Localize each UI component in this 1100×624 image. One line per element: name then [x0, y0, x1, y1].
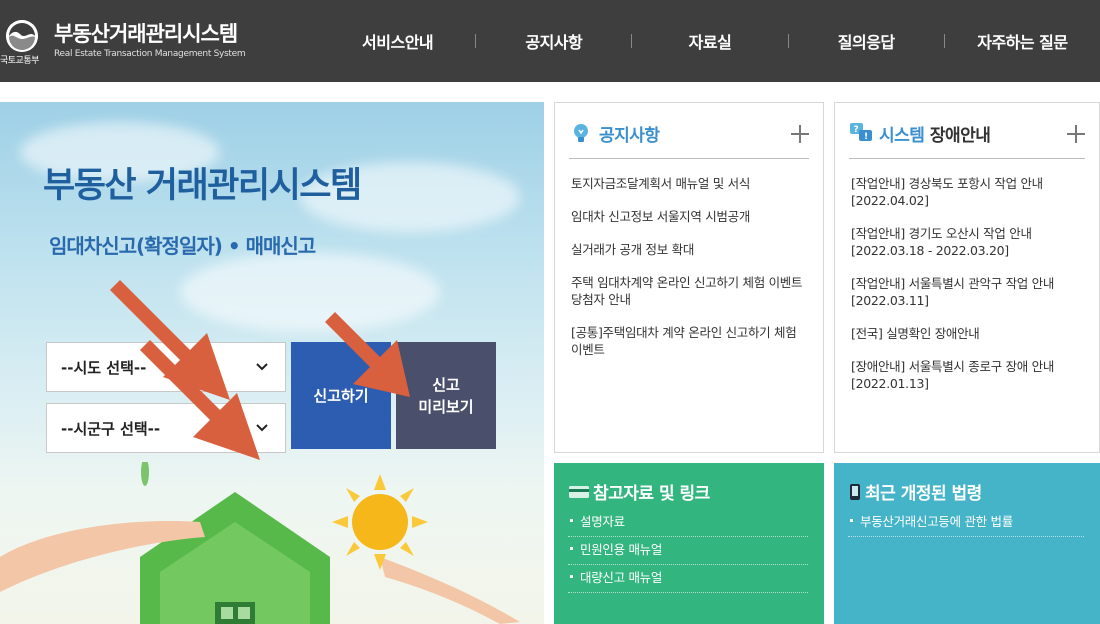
government-emblem-icon: [6, 20, 38, 52]
notice-item[interactable]: 주택 임대차계약 온라인 신고하기 체험 이벤트 당첨자 안내: [571, 274, 809, 308]
cloud-decoration: [180, 252, 440, 332]
law-link-item[interactable]: 부동산거래신고등에 관한 법률: [848, 509, 1084, 537]
sigungu-select[interactable]: --시군구 선택--: [46, 403, 286, 453]
outage-item[interactable]: [작업안내] 경기도 오산시 작업 안내 [2022.03.18 - 2022.…: [851, 225, 1085, 259]
notice-panel-header: 공지사항: [569, 119, 809, 159]
outage-panel-header: ? ! 시스템 장애안내: [849, 119, 1085, 159]
top-header: 국토교통부 부동산거래관리시스템 Real Estate Transaction…: [0, 0, 1100, 82]
preview-button-line1: 신고: [432, 375, 460, 394]
svg-text:!: !: [864, 132, 868, 142]
outage-title-blue: 시스템: [879, 126, 925, 146]
notice-more-plus-icon[interactable]: [791, 125, 809, 143]
preview-button[interactable]: 신고미리보기: [396, 342, 496, 449]
notice-panel: 공지사항 토지자금조달계획서 매뉴얼 및 서식 임대차 신고정보 서울지역 시범…: [554, 102, 824, 453]
site-title: 부동산거래관리시스템: [54, 22, 238, 46]
outage-list: [작업안내] 경상북도 포항시 작업 안내 [2022.04.02] [작업안내…: [851, 175, 1085, 408]
sido-select[interactable]: --시도 선택--: [46, 342, 286, 392]
notice-item[interactable]: 실거래가 공개 정보 확대: [571, 241, 809, 258]
nav-notice[interactable]: 공지사항: [476, 29, 631, 53]
sido-select-value: --시도 선택--: [61, 358, 147, 377]
outage-panel-title: 시스템 장애안내: [879, 121, 991, 146]
lightbulb-icon: [574, 124, 588, 142]
sigungu-select-value: --시군구 선택--: [61, 419, 161, 438]
notice-list: 토지자금조달계획서 매뉴얼 및 서식 임대차 신고정보 서울지역 시범공개 실거…: [571, 175, 809, 374]
nav-library[interactable]: 자료실: [632, 29, 787, 53]
notice-item[interactable]: [공통]주택임대차 계약 온라인 신고하기 체험 이벤트: [571, 324, 809, 358]
reference-links-title-text: 참고자료 및 링크: [593, 484, 710, 504]
notice-item[interactable]: 임대차 신고정보 서울지역 시범공개: [571, 208, 809, 225]
main-nav: 서비스안내 공지사항 자료실 질의응답 자주하는 질문: [320, 0, 1100, 82]
house-illustration: [0, 462, 520, 624]
nav-faq[interactable]: 자주하는 질문: [945, 29, 1100, 53]
system-outage-panel: ? ! 시스템 장애안내 [작업안내] 경상북도 포항시 작업 안내 [2022…: [834, 102, 1100, 453]
help-chat-icon: ? !: [850, 123, 872, 142]
reference-links-list: 설명자료 민원인용 매뉴얼 대량신고 매뉴얼: [568, 509, 808, 593]
outage-item[interactable]: [전국] 실명확인 장애안내: [851, 325, 1085, 342]
preview-button-line2: 미리보기: [418, 397, 474, 416]
reference-links-title: 참고자료 및 링크: [568, 479, 710, 504]
card-icon: [569, 485, 589, 498]
chevron-down-icon: [256, 363, 268, 371]
svg-text:?: ?: [854, 125, 859, 135]
outage-more-plus-icon[interactable]: [1067, 125, 1085, 143]
ministry-name: 국토교통부: [0, 56, 39, 66]
outage-item[interactable]: [장애안내] 서울특별시 종로구 장애 안내 [2022.01.13]: [851, 358, 1085, 392]
recent-laws-title-text: 최근 개정된 법령: [865, 484, 982, 504]
outage-item[interactable]: [작업안내] 경상북도 포항시 작업 안내 [2022.04.02]: [851, 175, 1085, 209]
hero-banner: 부동산 거래관리시스템 임대차신고(확정일자) • 매매신고 --시도 선택--…: [0, 102, 544, 624]
nav-service-guide[interactable]: 서비스안내: [320, 29, 475, 53]
recent-laws-title: 최근 개정된 법령: [848, 479, 982, 504]
recent-laws-box: 최근 개정된 법령 부동산거래신고등에 관한 법률: [834, 463, 1100, 624]
reference-links-box: 참고자료 및 링크 설명자료 민원인용 매뉴얼 대량신고 매뉴얼: [554, 463, 824, 624]
outage-item[interactable]: [작업안내] 서울특별시 관악구 작업 안내 [2022.03.11]: [851, 275, 1085, 309]
site-logo[interactable]: 국토교통부 부동산거래관리시스템 Real Estate Transaction…: [0, 12, 250, 72]
phone-icon: [850, 483, 860, 500]
report-button[interactable]: 신고하기: [291, 342, 391, 449]
notice-panel-title: 공지사항: [599, 126, 660, 146]
reference-link-item[interactable]: 설명자료: [568, 509, 808, 537]
outage-title-dark: 장애안내: [929, 126, 991, 146]
recent-laws-list: 부동산거래신고등에 관한 법률: [848, 509, 1084, 537]
hero-title: 부동산 거래관리시스템: [43, 166, 362, 206]
hero-subtitle: 임대차신고(확정일자) • 매매신고: [49, 234, 316, 258]
nav-qna[interactable]: 질의응답: [789, 29, 944, 53]
reference-link-item[interactable]: 대량신고 매뉴얼: [568, 565, 808, 593]
notice-item[interactable]: 토지자금조달계획서 매뉴얼 및 서식: [571, 175, 809, 192]
site-subtitle: Real Estate Transaction Management Syste…: [54, 49, 246, 59]
reference-link-item[interactable]: 민원인용 매뉴얼: [568, 537, 808, 565]
chevron-down-icon: [256, 424, 268, 432]
